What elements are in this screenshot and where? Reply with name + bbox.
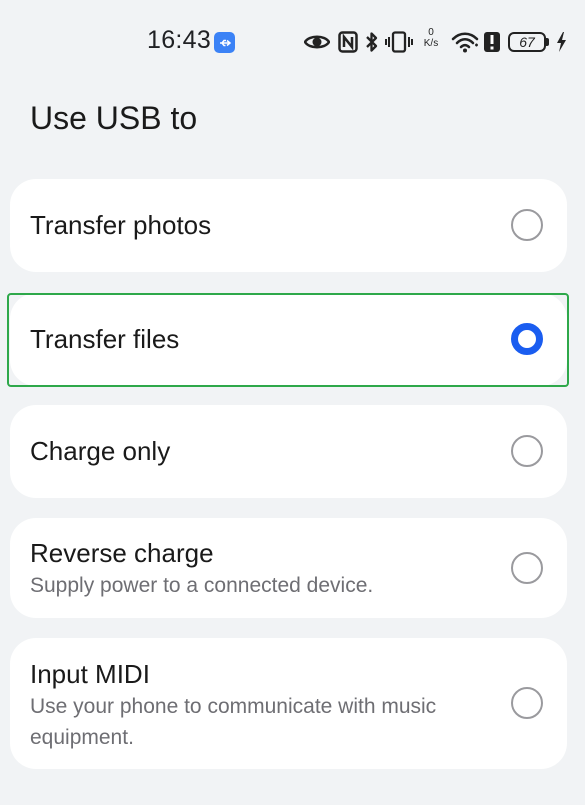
option-label: Transfer files <box>30 324 180 354</box>
network-speed-unit: K/s <box>423 38 439 49</box>
option-charge-only[interactable]: Charge only <box>10 405 567 498</box>
usb-icon <box>214 32 235 53</box>
radio-button[interactable] <box>511 435 543 467</box>
network-speed: 0 K/s <box>420 27 442 49</box>
bluetooth-icon <box>364 30 380 59</box>
option-reverse-charge[interactable]: Reverse charge Supply power to a connect… <box>10 518 567 618</box>
option-input-midi[interactable]: Input MIDI Use your phone to communicate… <box>10 638 567 769</box>
radio-button[interactable] <box>511 687 543 719</box>
battery-alert-icon <box>483 31 501 58</box>
network-speed-value: 0 <box>428 27 434 38</box>
vibrate-icon <box>385 31 413 58</box>
page-title: Use USB to <box>30 100 198 136</box>
option-label: Charge only <box>30 436 171 466</box>
battery-tip <box>546 38 549 46</box>
option-label: Input MIDI <box>30 659 150 689</box>
radio-button[interactable] <box>511 209 543 241</box>
status-time: 16:43 <box>147 26 212 54</box>
wifi-icon <box>451 31 479 58</box>
option-description: Supply power to a connected device. <box>30 574 374 597</box>
option-transfer-photos[interactable]: Transfer photos <box>10 179 567 272</box>
option-label: Transfer photos <box>30 210 212 240</box>
option-label: Reverse charge <box>30 538 214 568</box>
radio-button[interactable] <box>511 552 543 584</box>
option-description: Use your phone to communicate with music… <box>30 695 437 749</box>
charging-icon <box>555 31 567 58</box>
battery-level: 67 <box>508 32 546 52</box>
nfc-icon <box>338 31 358 58</box>
status-bar: 16:43 0 K/s 67 <box>0 0 585 84</box>
radio-button-selected[interactable] <box>511 323 543 355</box>
eye-icon <box>303 33 331 56</box>
option-transfer-files[interactable]: Transfer files <box>10 293 567 386</box>
